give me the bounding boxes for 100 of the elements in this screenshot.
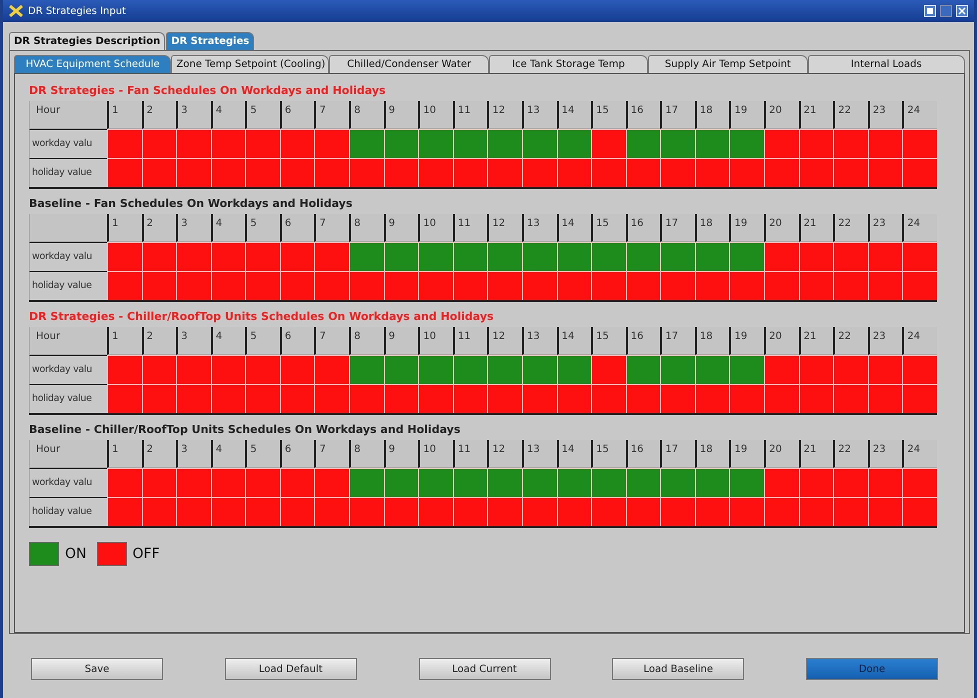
schedule-cell[interactable] (626, 497, 660, 526)
schedule-cell[interactable] (107, 468, 142, 497)
schedule-cell[interactable] (314, 355, 350, 384)
schedule-cell[interactable] (142, 355, 176, 384)
schedule-cell[interactable] (107, 271, 142, 300)
schedule-cell[interactable] (314, 497, 350, 526)
schedule-cell[interactable] (142, 468, 176, 497)
schedule-cell[interactable] (418, 158, 453, 187)
schedule-cell[interactable] (245, 355, 280, 384)
schedule-cell[interactable] (176, 271, 211, 300)
schedule-cell[interactable] (245, 129, 280, 158)
schedule-cell[interactable] (833, 468, 868, 497)
schedule-cell[interactable] (764, 355, 799, 384)
schedule-cell[interactable] (556, 242, 592, 271)
schedule-cell[interactable] (694, 497, 730, 526)
schedule-cell[interactable] (833, 497, 868, 526)
schedule-cell[interactable] (591, 129, 626, 158)
schedule-cell[interactable] (902, 384, 937, 413)
schedule-cell[interactable] (660, 497, 695, 526)
schedule-cell[interactable] (349, 158, 384, 187)
schedule-cell[interactable] (245, 242, 280, 271)
schedule-cell[interactable] (107, 355, 142, 384)
schedule-cell[interactable] (660, 158, 695, 187)
schedule-cell[interactable] (798, 497, 834, 526)
schedule-cell[interactable] (210, 384, 246, 413)
schedule-cell[interactable] (833, 158, 868, 187)
tab[interactable]: DR Strategies Description (9, 32, 166, 50)
schedule-cell[interactable] (591, 468, 626, 497)
schedule-cell[interactable] (868, 242, 902, 271)
schedule-cell[interactable] (314, 158, 350, 187)
schedule-cell[interactable] (314, 129, 350, 158)
schedule-cell[interactable] (210, 497, 246, 526)
schedule-cell[interactable] (626, 271, 660, 300)
schedule-cell[interactable] (660, 468, 695, 497)
schedule-cell[interactable] (245, 271, 280, 300)
schedule-cell[interactable] (210, 271, 246, 300)
schedule-cell[interactable] (280, 497, 314, 526)
schedule-cell[interactable] (487, 497, 522, 526)
schedule-cell[interactable] (694, 384, 730, 413)
schedule-cell[interactable] (176, 384, 211, 413)
schedule-cell[interactable] (798, 355, 834, 384)
schedule-cell[interactable] (798, 158, 834, 187)
schedule-cell[interactable] (522, 497, 557, 526)
schedule-cell[interactable] (902, 158, 937, 187)
schedule-cell[interactable] (384, 158, 418, 187)
action-button[interactable]: Load Current (418, 658, 550, 680)
schedule-cell[interactable] (210, 158, 246, 187)
schedule-cell[interactable] (280, 384, 314, 413)
schedule-cell[interactable] (245, 158, 280, 187)
schedule-cell[interactable] (210, 242, 246, 271)
schedule-cell[interactable] (556, 468, 592, 497)
schedule-cell[interactable] (556, 384, 592, 413)
schedule-cell[interactable] (210, 129, 246, 158)
schedule-cell[interactable] (591, 271, 626, 300)
schedule-cell[interactable] (556, 158, 592, 187)
schedule-cell[interactable] (591, 355, 626, 384)
schedule-cell[interactable] (280, 271, 314, 300)
schedule-cell[interactable] (176, 468, 211, 497)
schedule-cell[interactable] (522, 129, 557, 158)
schedule-cell[interactable] (522, 158, 557, 187)
schedule-cell[interactable] (902, 497, 937, 526)
schedule-cell[interactable] (694, 242, 730, 271)
schedule-cell[interactable] (384, 355, 418, 384)
schedule-cell[interactable] (107, 497, 142, 526)
schedule-cell[interactable] (314, 468, 350, 497)
schedule-cell[interactable] (764, 271, 799, 300)
schedule-cell[interactable] (176, 158, 211, 187)
schedule-cell[interactable] (626, 384, 660, 413)
schedule-cell[interactable] (522, 242, 557, 271)
schedule-cell[interactable] (694, 355, 730, 384)
schedule-cell[interactable] (176, 242, 211, 271)
maximize-icon[interactable] (940, 5, 952, 17)
tab[interactable]: Chilled/Condenser Water (329, 55, 489, 73)
action-button[interactable]: Save (31, 658, 163, 680)
schedule-cell[interactable] (349, 129, 384, 158)
schedule-cell[interactable] (349, 271, 384, 300)
schedule-cell[interactable] (694, 129, 730, 158)
schedule-cell[interactable] (452, 129, 488, 158)
schedule-cell[interactable] (833, 129, 868, 158)
schedule-cell[interactable] (280, 355, 314, 384)
schedule-cell[interactable] (729, 129, 764, 158)
schedule-cell[interactable] (418, 271, 453, 300)
schedule-cell[interactable] (798, 468, 834, 497)
schedule-cell[interactable] (487, 271, 522, 300)
schedule-cell[interactable] (660, 384, 695, 413)
schedule-cell[interactable] (522, 355, 557, 384)
schedule-cell[interactable] (764, 497, 799, 526)
schedule-cell[interactable] (694, 271, 730, 300)
schedule-cell[interactable] (729, 355, 764, 384)
schedule-cell[interactable] (868, 158, 902, 187)
schedule-cell[interactable] (798, 271, 834, 300)
schedule-cell[interactable] (107, 158, 142, 187)
schedule-cell[interactable] (729, 158, 764, 187)
schedule-cell[interactable] (556, 355, 592, 384)
schedule-cell[interactable] (626, 129, 660, 158)
schedule-cell[interactable] (902, 355, 937, 384)
schedule-cell[interactable] (349, 242, 384, 271)
schedule-cell[interactable] (142, 242, 176, 271)
schedule-cell[interactable] (280, 242, 314, 271)
schedule-cell[interactable] (142, 384, 176, 413)
